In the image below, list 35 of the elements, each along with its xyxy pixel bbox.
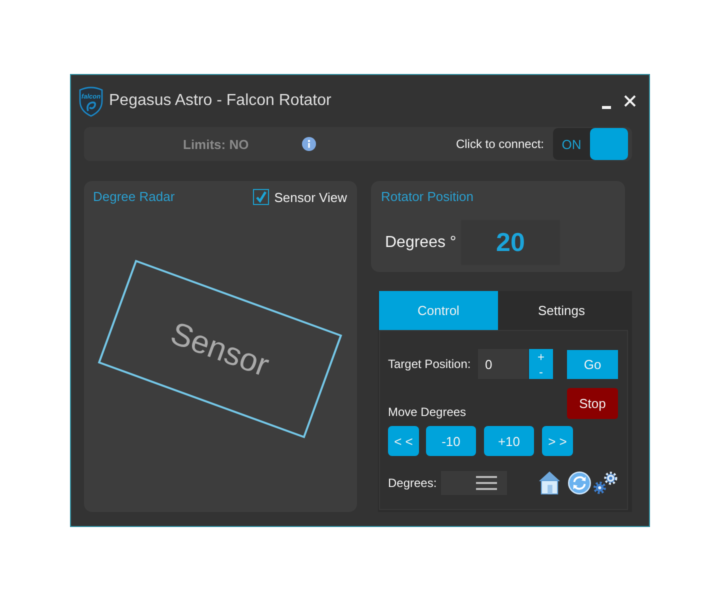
degrees-label: Degrees ° xyxy=(384,234,458,252)
increment-button[interactable]: + xyxy=(529,349,553,364)
home-icon[interactable] xyxy=(538,470,562,495)
sensor-view-checkbox[interactable] xyxy=(253,189,270,205)
limits-status: Limits: NO xyxy=(183,136,249,152)
tab[interactable]: Settings xyxy=(498,291,625,330)
go-button[interactable]: Go xyxy=(567,350,618,378)
window-title: Pegasus Astro - Falcon Rotator xyxy=(109,92,332,110)
plus-ten-button[interactable]: +10 xyxy=(484,426,534,456)
fast-forward-button[interactable]: > > xyxy=(542,426,573,456)
panel-title: Degree Radar xyxy=(93,189,175,205)
degrees-field-label: Degrees: xyxy=(388,476,438,490)
gears-icon[interactable] xyxy=(593,470,618,494)
panel-title: Rotator Position xyxy=(381,189,474,205)
shield-logo-icon xyxy=(79,86,103,116)
minus-ten-button[interactable]: -10 xyxy=(426,426,476,456)
connect-label: Click to connect: xyxy=(456,137,544,151)
minimize-icon[interactable] xyxy=(602,106,611,108)
decrement-button[interactable]: - xyxy=(529,364,553,379)
degrees-field[interactable] xyxy=(440,470,508,494)
info-icon[interactable] xyxy=(302,137,316,151)
sensor-label: Sensor xyxy=(166,314,274,384)
switch-knob xyxy=(590,128,628,160)
menu-icon xyxy=(476,476,498,490)
target-position-input[interactable]: 0 xyxy=(478,349,528,379)
stop-button[interactable]: Stop xyxy=(567,388,618,419)
refresh-icon[interactable] xyxy=(568,470,592,494)
tab[interactable]: Control xyxy=(379,291,498,330)
connect-switch[interactable]: ON xyxy=(553,128,628,160)
close-icon[interactable] xyxy=(624,95,636,107)
target-position-label: Target Position: xyxy=(388,357,472,371)
sensor-view-label: Sensor View xyxy=(274,190,347,204)
degrees-value: 20 xyxy=(461,220,560,265)
move-degrees-label: Move Degrees xyxy=(388,405,466,419)
fast-reverse-button[interactable]: < < xyxy=(388,426,419,456)
